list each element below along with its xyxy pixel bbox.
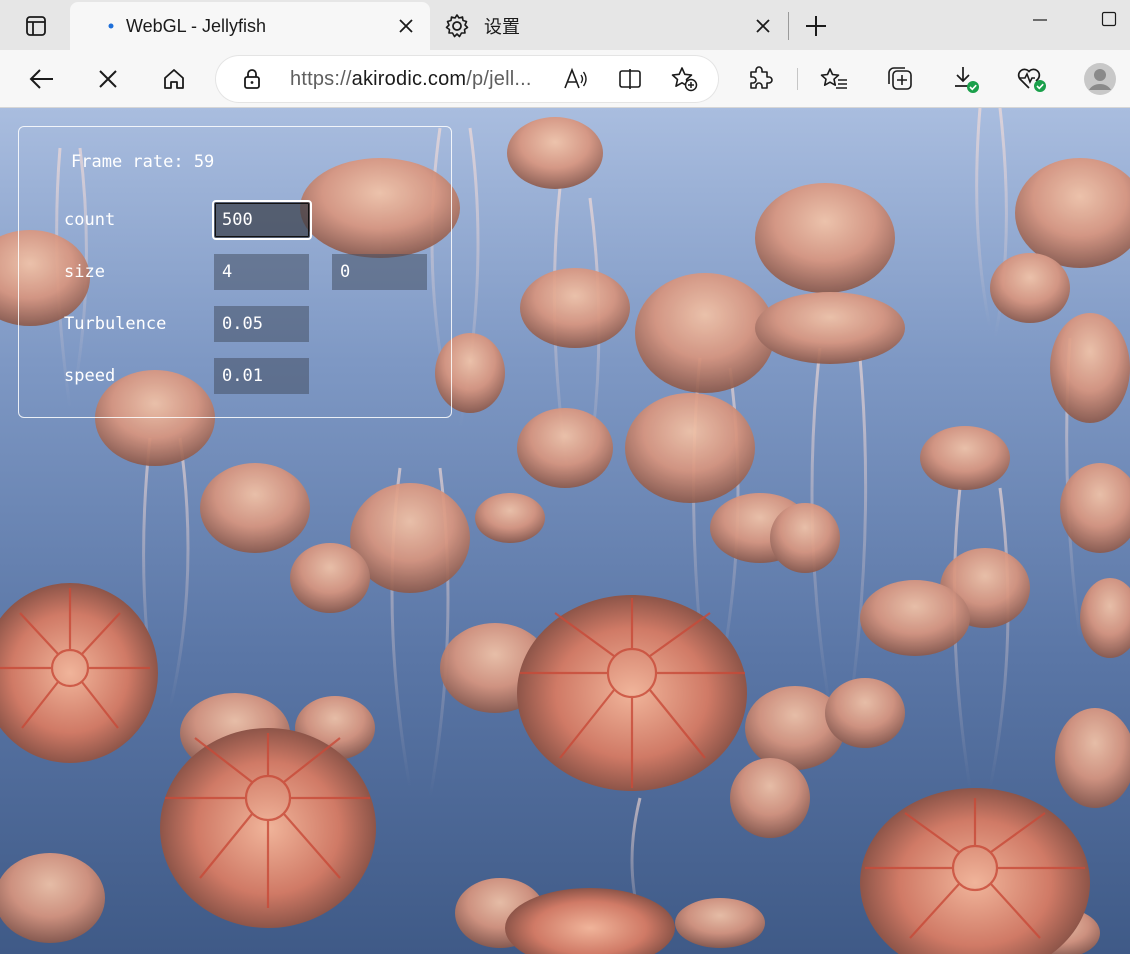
collections-icon[interactable] xyxy=(880,59,920,99)
tab-title: 设置 xyxy=(484,17,520,37)
stop-x-icon[interactable] xyxy=(88,59,128,99)
puzzle-icon[interactable] xyxy=(740,59,780,99)
dot-favicon-icon xyxy=(96,11,126,41)
lock-icon[interactable] xyxy=(240,67,264,91)
back-arrow-icon[interactable] xyxy=(22,59,62,99)
close-icon[interactable] xyxy=(747,10,779,42)
tab-settings[interactable]: 设置 xyxy=(432,2,787,50)
avatar-icon[interactable] xyxy=(1080,59,1120,99)
size-label: size xyxy=(64,262,105,282)
heart-pulse-icon[interactable] xyxy=(1012,59,1052,99)
read-aloud-icon[interactable] xyxy=(562,65,590,93)
speed-input[interactable]: 0.01 xyxy=(214,358,309,394)
frame-rate-readout: Frame rate: 59 xyxy=(71,152,215,172)
size-input-1[interactable]: 4 xyxy=(214,254,309,290)
plus-icon[interactable] xyxy=(800,10,832,42)
tab-webgl-jellyfish[interactable]: WebGL - Jellyfish xyxy=(70,2,430,50)
speed-label: speed xyxy=(64,366,116,386)
toolbar-divider xyxy=(797,68,798,90)
tab-actions-icon[interactable] xyxy=(22,12,50,40)
close-icon[interactable] xyxy=(390,10,422,42)
address-bar[interactable]: https://akirodic.com/p/jell... xyxy=(216,56,718,102)
turbulence-label: Turbulence xyxy=(64,314,167,334)
gear-icon xyxy=(442,11,472,41)
star-add-icon[interactable] xyxy=(670,65,698,93)
turbulence-input[interactable]: 0.05 xyxy=(214,306,309,342)
tab-divider xyxy=(788,12,789,40)
size-input-2[interactable]: 0 xyxy=(332,254,427,290)
count-label: count xyxy=(64,210,116,230)
maximize-icon[interactable] xyxy=(1094,6,1124,32)
split-screen-icon[interactable] xyxy=(616,65,644,93)
browser-toolbar: https://akirodic.com/p/jell... xyxy=(0,50,1130,108)
minimize-icon[interactable] xyxy=(1024,8,1056,32)
tab-title: WebGL - Jellyfish xyxy=(126,15,267,36)
url-text[interactable]: https://akirodic.com/p/jell... xyxy=(290,68,532,91)
favorites-list-icon[interactable] xyxy=(814,59,854,99)
count-input[interactable]: 500 xyxy=(212,200,312,240)
download-icon[interactable] xyxy=(946,59,986,99)
home-icon[interactable] xyxy=(154,59,194,99)
tab-strip: WebGL - Jellyfish 设置 xyxy=(0,0,1130,50)
webgl-canvas[interactable]: Frame rate: 59 count 500 size 4 0 Turbul… xyxy=(0,108,1130,954)
